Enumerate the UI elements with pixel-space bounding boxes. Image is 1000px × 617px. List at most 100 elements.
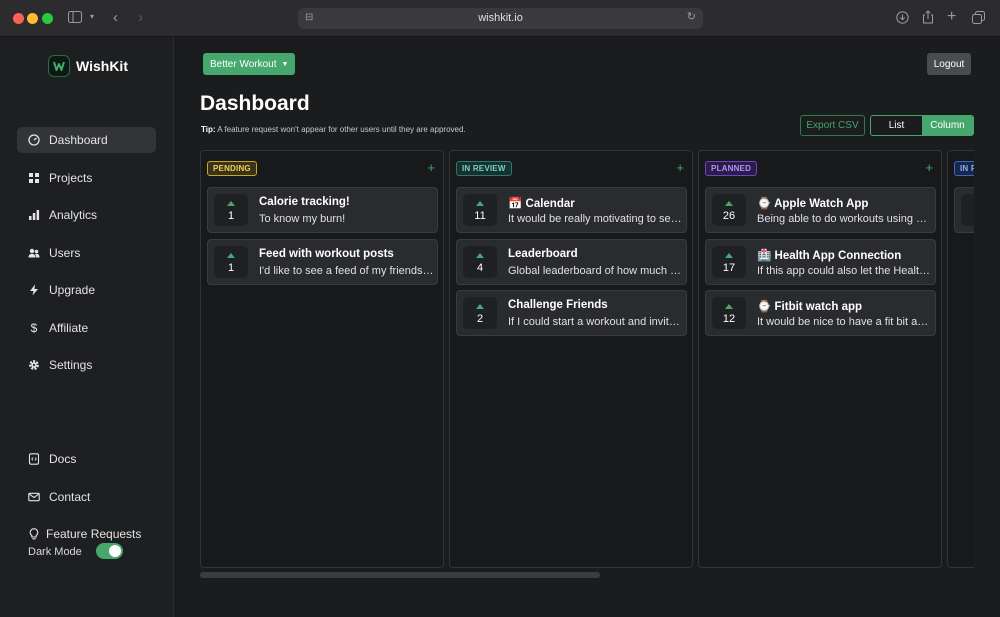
upvote-button[interactable]: 1	[214, 194, 248, 226]
sidebar-item-affiliate[interactable]: $ Affiliate	[17, 315, 156, 341]
sidebar-toggle-icon[interactable]	[68, 11, 82, 25]
back-icon[interactable]: ‹	[113, 10, 118, 25]
vote-count: 4	[961, 210, 974, 222]
dark-mode-toggle[interactable]	[96, 543, 123, 559]
share-icon[interactable]	[922, 10, 934, 26]
app-select-dropdown[interactable]: Better Workout ▼	[203, 53, 295, 75]
card-description: Being able to do workouts using my watch	[757, 213, 932, 225]
kanban-board: PENDING + 1 Calorie tracking! To know my…	[200, 150, 974, 568]
sidebar-item-label: Users	[49, 246, 81, 260]
upvote-arrow-icon	[227, 253, 235, 258]
sidebar-item-docs[interactable]: Docs	[17, 446, 156, 472]
feature-card[interactable]: 4 Leaderboard Global leaderboard of how …	[456, 239, 687, 285]
new-tab-icon[interactable]: +	[947, 9, 956, 25]
chevron-down-icon[interactable]: ▾	[90, 13, 94, 21]
view-toggle: List Column	[870, 115, 974, 136]
bolt-icon	[27, 283, 41, 297]
card-title: Challenge Friends	[508, 299, 608, 311]
upvote-button[interactable]: 4	[961, 194, 974, 226]
upvote-button[interactable]: 26	[712, 194, 746, 226]
upvote-button[interactable]: 4	[463, 246, 497, 278]
sidebar-item-contact[interactable]: Contact	[17, 484, 156, 510]
zoom-window-button[interactable]	[42, 13, 53, 24]
logout-button[interactable]: Logout	[927, 53, 971, 75]
upvote-button[interactable]: 12	[712, 297, 746, 329]
minimize-window-button[interactable]	[27, 13, 38, 24]
upvote-arrow-icon	[725, 253, 733, 258]
view-list-button[interactable]: List	[871, 116, 922, 135]
upvote-button[interactable]: 17	[712, 246, 746, 278]
grid-icon	[27, 171, 41, 185]
upvote-button[interactable]: 2	[463, 297, 497, 329]
app-select-label: Better Workout	[210, 58, 277, 70]
docs-icon	[27, 452, 41, 466]
page-title: Dashboard	[200, 92, 310, 115]
feature-card[interactable]: 2 Challenge Friends If I could start a w…	[456, 290, 687, 336]
forward-icon[interactable]: ›	[138, 10, 143, 25]
upvote-button[interactable]: 1	[214, 246, 248, 278]
column-in-review: IN REVIEW + 11 📅 Calendar It would be re…	[449, 150, 693, 568]
card-description: I'd like to see a feed of my friends wor…	[259, 265, 434, 277]
sidebar-item-label: Contact	[49, 490, 91, 504]
tip-text: Tip: A feature request won't appear for …	[201, 125, 466, 134]
card-title: ⌚ Fitbit watch app	[757, 301, 863, 313]
card-description: To know my burn!	[259, 213, 346, 225]
feature-card[interactable]: 11 📅 Calendar It would be really motivat…	[456, 187, 687, 233]
card-description: If I could start a workout and invite fr…	[508, 316, 683, 328]
sidebar-item-users[interactable]: Users	[17, 240, 156, 266]
sidebar-item-settings[interactable]: Settings	[17, 352, 156, 378]
sidebar-item-projects[interactable]: Projects	[17, 165, 156, 191]
card-title: 📅 Calendar	[508, 198, 575, 210]
tip-message: A feature request won't appear for other…	[217, 125, 466, 134]
column-in-progress: IN PROGRESS 4	[947, 150, 974, 568]
download-icon[interactable]	[896, 11, 909, 26]
status-badge: PLANNED	[705, 161, 758, 176]
feature-card[interactable]: 26 ⌚ Apple Watch App Being able to do wo…	[705, 187, 936, 233]
column-pending: PENDING + 1 Calorie tracking! To know my…	[200, 150, 444, 568]
feature-card[interactable]: 1 Calorie tracking! To know my burn!	[207, 187, 438, 233]
wishkit-logo[interactable]	[48, 55, 70, 77]
bar-chart-icon	[27, 208, 41, 222]
users-icon	[27, 246, 41, 260]
card-title: Feed with workout posts	[259, 248, 394, 260]
sidebar-item-dashboard[interactable]: Dashboard	[17, 127, 156, 153]
upvote-arrow-icon	[476, 201, 484, 206]
add-request-icon[interactable]: +	[427, 160, 435, 175]
sidebar: WishKit Dashboard Projects Analytics Use…	[0, 37, 174, 617]
vote-count: 11	[474, 210, 486, 222]
feature-card[interactable]: 1 Feed with workout posts I'd like to se…	[207, 239, 438, 285]
status-badge: PENDING	[207, 161, 257, 176]
dark-mode-label: Dark Mode	[28, 546, 82, 558]
vote-count: 1	[227, 262, 235, 274]
url-text: wishkit.io	[478, 12, 523, 24]
sidebar-item-analytics[interactable]: Analytics	[17, 202, 156, 228]
card-title: Leaderboard	[508, 248, 578, 260]
address-bar[interactable]: ⊟ wishkit.io ↻	[298, 8, 703, 29]
close-window-button[interactable]	[13, 13, 24, 24]
card-description: If this app could also let the Health ap…	[757, 265, 932, 277]
add-request-icon[interactable]: +	[925, 160, 933, 175]
reload-icon[interactable]: ↻	[687, 12, 696, 23]
export-csv-button[interactable]: Export CSV	[800, 115, 865, 136]
upvote-arrow-icon	[725, 304, 733, 309]
board-horizontal-scrollbar[interactable]	[200, 572, 600, 578]
tab-overview-icon[interactable]	[972, 11, 985, 26]
sidebar-item-upgrade[interactable]: Upgrade	[17, 277, 156, 303]
upvote-arrow-icon	[227, 201, 235, 206]
browser-titlebar: ▾ ‹ › ⊟ wishkit.io ↻ +	[0, 0, 1000, 37]
vote-count: 2	[476, 313, 484, 325]
card-description: It would be really motivating to see my …	[508, 213, 683, 225]
feature-card[interactable]: 4	[954, 187, 974, 233]
status-badge: IN PROGRESS	[954, 161, 974, 176]
mail-icon	[27, 490, 41, 504]
upvote-button[interactable]: 11	[463, 194, 497, 226]
sidebar-item-feature-requests[interactable]: Feature Requests	[17, 521, 156, 547]
feature-card[interactable]: 12 ⌚ Fitbit watch app It would be nice t…	[705, 290, 936, 336]
sidebar-item-label: Projects	[49, 171, 93, 185]
toggle-knob	[109, 545, 121, 557]
upvote-arrow-icon	[476, 253, 484, 258]
view-column-button[interactable]: Column	[922, 116, 973, 135]
add-request-icon[interactable]: +	[676, 160, 684, 175]
feature-card[interactable]: 17 🏥 Health App Connection If this app c…	[705, 239, 936, 285]
sidebar-item-label: Settings	[49, 358, 93, 372]
